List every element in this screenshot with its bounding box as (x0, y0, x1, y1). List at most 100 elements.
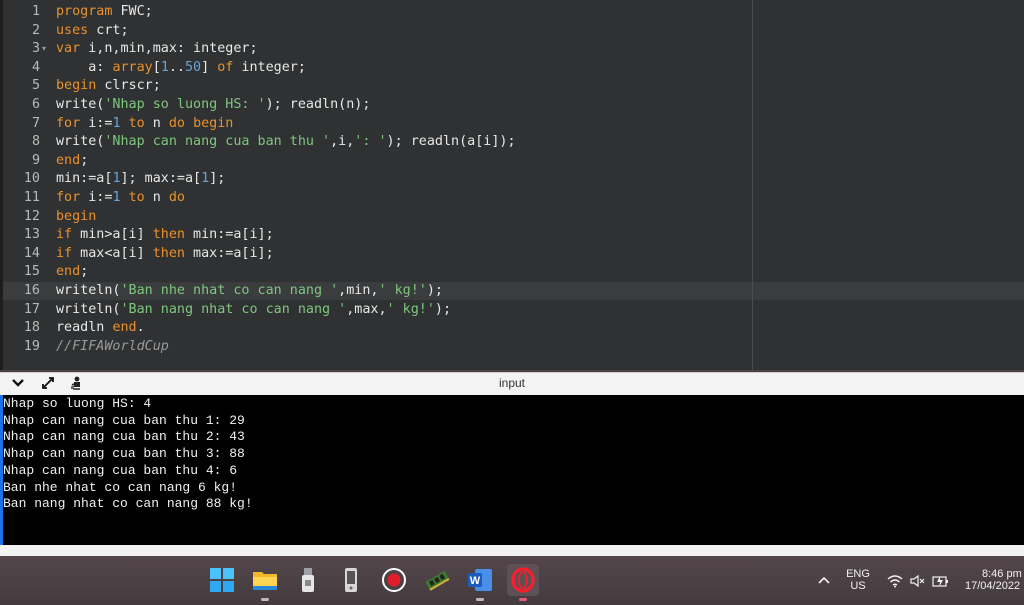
code-line[interactable]: 13 if min>a[i] then min:=a[i]; (0, 226, 1024, 245)
code-line[interactable]: 4 a: array[1..50] of integer; (0, 59, 1024, 78)
battery-charging-icon[interactable] (932, 573, 950, 592)
line-number: 17 (23, 301, 40, 317)
code-line[interactable]: 9 end; (0, 152, 1024, 171)
code-line[interactable]: 16 writeln('Ban nhe nhat co can nang ',mi… (0, 282, 1024, 301)
code-token: begin (56, 208, 97, 224)
code-token: 1 (112, 171, 121, 187)
code-line[interactable]: 10 min:=a[1]; max:=a[1]; (0, 170, 1024, 189)
code-token: min:=a[i]; (185, 227, 274, 243)
code-text: end; (56, 152, 88, 171)
code-token: ]; max:=a[ (120, 171, 202, 187)
code-line[interactable]: 12 begin (0, 208, 1024, 227)
code-token: 'Ban nhe nhat co can nang ' (120, 283, 339, 298)
console-line: Nhap so luong HS: 4 (3, 396, 152, 411)
code-line[interactable]: 7 for i:=1 to n do begin (0, 115, 1024, 134)
code-line[interactable]: 5 begin clrscr; (0, 77, 1024, 96)
code-token: n (144, 115, 169, 131)
code-token: ,min, (338, 283, 379, 298)
line-number: 18 (23, 320, 40, 336)
code-line[interactable]: 14 if max<a[i] then max:=a[i]; (0, 245, 1024, 264)
code-token: ; (80, 152, 89, 168)
line-number: 2 (31, 22, 40, 38)
code-token: for (56, 115, 81, 131)
code-line[interactable]: 6 write('Nhap so luong HS: '); readln(n); (0, 96, 1024, 115)
code-token: program (56, 4, 113, 19)
console-line: Nhap can nang cua ban thu 4: 6 (3, 462, 238, 478)
code-token: to (128, 190, 145, 205)
code-token: to (128, 115, 145, 131)
code-token: 1 (160, 59, 169, 75)
chevron-up-icon[interactable] (816, 572, 832, 588)
code-token: then (152, 245, 185, 261)
code-text: write('Nhap can nang cua ban thu ',i,': … (56, 133, 516, 152)
code-token: ); readln(n); (265, 97, 371, 112)
code-token: if (56, 227, 73, 243)
code-token: min>a[i] (72, 227, 153, 243)
code-token: n (144, 190, 169, 205)
code-token: end (56, 152, 81, 168)
code-text: for i:=1 to n do (56, 189, 185, 208)
code-token: end (56, 264, 81, 280)
line-number: 14 (23, 245, 40, 261)
code-token: writeln( (56, 283, 121, 298)
code-token: ); (434, 301, 452, 317)
usb-drive-icon[interactable] (292, 564, 324, 596)
fold-toggle-icon[interactable]: ▾ (42, 40, 46, 59)
code-editor[interactable]: 1 program FWC; 2 uses crt; 3 ▾ var i,n,min,max… (0, 0, 1024, 370)
taskbar: W ENG US 8:46 pm 17/04/2022 (0, 556, 1024, 605)
console-line: Nhap can nang cua ban thu 2: 43 (3, 429, 245, 445)
word-icon[interactable]: W (464, 564, 496, 601)
code-line[interactable]: 11 for i:=1 to n do (0, 189, 1024, 208)
line-number: 15 (23, 264, 40, 280)
code-token: i:= (80, 115, 113, 131)
code-token: then (152, 227, 185, 243)
line-number: 13 (23, 227, 40, 243)
code-line[interactable]: 3 ▾ var i,n,min,max: integer; (0, 40, 1024, 59)
code-text: program FWC; (56, 3, 153, 22)
code-line[interactable]: 1 program FWC; (0, 3, 1024, 22)
phone-device-icon[interactable] (335, 564, 367, 596)
code-token: FWC; (112, 4, 153, 19)
console-line: Ban nang nhat co can nang 88 kg! (3, 496, 253, 512)
file-explorer-icon[interactable] (249, 564, 281, 601)
region-code: US (850, 580, 866, 592)
code-text: begin clrscr; (56, 77, 161, 96)
input-panel-header: input (0, 372, 1024, 396)
code-text: if max<a[i] then max:=a[i]; (56, 245, 274, 264)
code-token: min:=a[ (56, 171, 113, 187)
line-number: 19 (23, 338, 40, 354)
wifi-icon[interactable] (887, 573, 903, 592)
clock-date: 17/04/2022 (965, 580, 1021, 592)
code-token: var (56, 41, 81, 57)
code-token: ] (201, 59, 218, 75)
code-text: writeln('Ban nhe nhat co can nang ',min,… (56, 282, 443, 301)
line-number: 4 (31, 59, 40, 75)
code-token: readln (56, 320, 113, 336)
code-text: begin (56, 208, 96, 227)
memory-chip-icon[interactable] (421, 564, 453, 596)
record-icon[interactable] (378, 564, 410, 596)
code-line[interactable]: 8 write('Nhap can nang cua ban thu ',i,':… (0, 133, 1024, 152)
language-indicator[interactable]: ENG US (842, 568, 874, 592)
code-token: begin (56, 78, 97, 94)
line-number: 3 (31, 41, 40, 57)
speaker-muted-icon[interactable] (909, 573, 927, 592)
code-line[interactable]: 2 uses crt; (0, 22, 1024, 41)
code-token: do (168, 190, 185, 205)
line-number: 6 (31, 97, 40, 112)
code-line[interactable]: 15 end; (0, 263, 1024, 282)
code-token: i:= (80, 190, 113, 205)
code-line[interactable]: 18 readln end. (0, 319, 1024, 338)
console-output[interactable]: Nhap so luong HS: 4 Nhap can nang cua ban… (0, 395, 1024, 545)
code-token: end (112, 320, 137, 336)
code-line[interactable]: 19 //FIFAWorldCup (0, 338, 1024, 357)
code-token: ,i, (330, 134, 355, 150)
clock[interactable]: 8:46 pm 17/04/2022 (960, 568, 1024, 592)
code-token: begin (193, 115, 234, 131)
opera-icon[interactable] (507, 564, 539, 601)
code-line[interactable]: 17 writeln('Ban nang nhat co can nang ',m… (0, 301, 1024, 320)
code-text: end; (56, 263, 88, 282)
code-token: uses (56, 22, 89, 38)
start-icon[interactable] (206, 564, 238, 596)
